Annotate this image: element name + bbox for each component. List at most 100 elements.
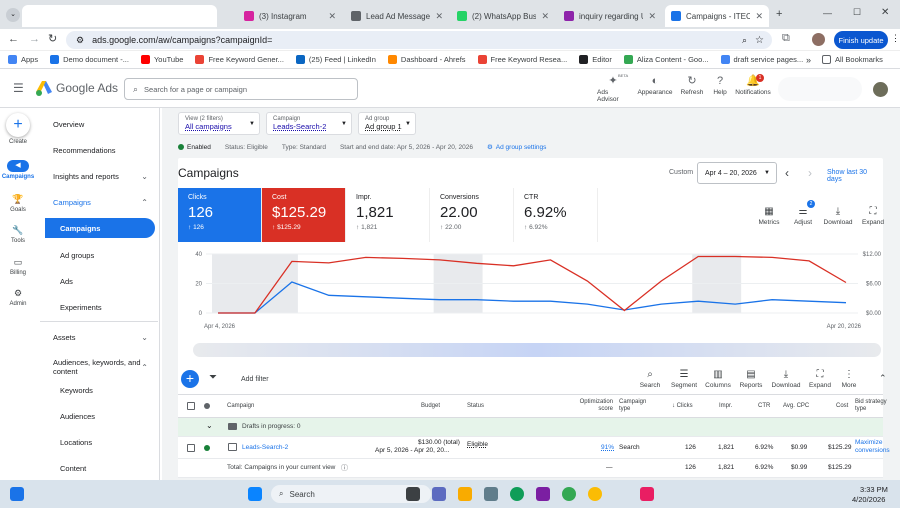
- nav-item-keywords[interactable]: Keywords: [40, 380, 158, 400]
- nav-item-overview[interactable]: Overview: [40, 114, 158, 134]
- close-tab-icon[interactable]: ✕: [328, 11, 336, 22]
- chart-metrics-button[interactable]: ▦ Metrics: [755, 206, 783, 226]
- bookmark-item[interactable]: Free Keyword Resea...: [477, 55, 567, 64]
- menu-kebab-icon[interactable]: ⋮: [891, 33, 900, 44]
- add-filter-label[interactable]: Add filter: [241, 376, 269, 383]
- collapse-drafts-icon[interactable]: ⌄: [206, 421, 213, 430]
- chevron-icon[interactable]: ⌄: [141, 172, 148, 181]
- col-clicks[interactable]: ↓ Clicks: [672, 403, 693, 409]
- profile-avatar[interactable]: [812, 33, 825, 46]
- bid-strategy-link[interactable]: Maximize conversions: [855, 439, 890, 455]
- chrome-profile-icon[interactable]: [588, 487, 602, 501]
- rail-admin[interactable]: ⚙ Admin: [0, 288, 36, 307]
- table-reports-button[interactable]: ▤ Reports: [735, 369, 767, 389]
- campaign-filter-dropdown[interactable]: Campaign Leads-Search-2 ▼: [266, 112, 352, 135]
- browser-tab[interactable]: Lead Ad Message D ✕: [345, 5, 449, 27]
- bookmark-item[interactable]: Apps: [8, 55, 38, 64]
- rail-goals[interactable]: 🏆 Goals: [0, 194, 36, 213]
- drafts-row[interactable]: ⌄ Drafts in progress: 0: [178, 418, 883, 437]
- bookmarks-overflow-icon[interactable]: »: [806, 55, 811, 65]
- minimize-button[interactable]: —: [823, 8, 832, 18]
- table-more-button[interactable]: ⋮ More: [833, 369, 865, 389]
- collapse-table-icon[interactable]: ⌃: [879, 373, 887, 384]
- chevron-icon[interactable]: ⌄: [141, 333, 148, 342]
- close-window-button[interactable]: ✕: [881, 7, 889, 18]
- kpi-ctr[interactable]: CTR 6.92% ↑ 6.92%: [514, 188, 598, 242]
- account-info[interactable]: [778, 77, 862, 101]
- back-icon[interactable]: ←: [8, 33, 19, 45]
- rail-billing[interactable]: ▭ Billing: [0, 257, 36, 276]
- tab-list-button[interactable]: ⌄: [6, 8, 20, 22]
- date-range-picker[interactable]: Apr 4 – 20, 2026 ▼: [697, 162, 777, 184]
- meet-icon[interactable]: [432, 487, 446, 501]
- col-avg-cpc[interactable]: Avg. CPC: [783, 403, 809, 409]
- col-budget[interactable]: Budget: [421, 403, 440, 409]
- close-tab-icon[interactable]: ✕: [648, 11, 656, 22]
- bookmark-item[interactable]: Editor: [579, 55, 612, 64]
- col-cost[interactable]: Cost: [836, 403, 848, 409]
- bookmark-item[interactable]: Dashboard - Ahrefs: [387, 55, 466, 64]
- table-columns-button[interactable]: ▥ Columns: [702, 369, 734, 389]
- chart-expand-button[interactable]: ⛶ Expand: [859, 206, 887, 226]
- account-avatar[interactable]: [873, 82, 888, 97]
- widgets-icon[interactable]: [10, 487, 24, 501]
- nav-item-campaigns[interactable]: Campaigns ⌃: [40, 192, 158, 212]
- chart-adjust-button[interactable]: ⚌ Adjust 2: [789, 200, 817, 226]
- maximize-button[interactable]: ☐: [853, 7, 861, 18]
- campaign-name-link[interactable]: Leads-Search-2: [242, 444, 288, 451]
- adgroup-settings-link[interactable]: ⚙ Ad group settings: [487, 143, 546, 152]
- rail-campaigns[interactable]: ◀ Campaigns: [0, 160, 36, 180]
- store-icon[interactable]: [484, 487, 498, 501]
- chrome-icon[interactable]: [562, 487, 576, 501]
- add-filter-button[interactable]: +: [181, 370, 199, 388]
- table-segment-button[interactable]: ☰ Segment: [668, 369, 700, 389]
- finish-update-button[interactable]: Finish update: [834, 31, 888, 49]
- nav-item-locations[interactable]: Locations: [40, 432, 158, 452]
- bookmark-star-icon[interactable]: ☆: [755, 35, 764, 46]
- browser-tab[interactable]: Campaigns - ITEC W ✕: [665, 5, 769, 27]
- nav-item-assets[interactable]: Assets ⌄: [40, 327, 158, 347]
- nav-item-campaigns[interactable]: Campaigns: [45, 218, 155, 238]
- browser-tab[interactable]: [22, 5, 217, 27]
- bookmark-item[interactable]: YouTube: [140, 55, 183, 64]
- bookmark-item[interactable]: Demo document -...: [50, 55, 129, 64]
- hamburger-menu-icon[interactable]: ☰: [13, 81, 24, 95]
- page-search-input[interactable]: ⌕ Search for a page or campaign: [124, 78, 358, 100]
- kpi-clicks[interactable]: Clicks 126 ↑ 126: [178, 188, 262, 242]
- bookmark-item[interactable]: draft service pages...: [720, 55, 803, 64]
- kpi-cost[interactable]: Cost $125.29 ↑ $125.29: [262, 188, 346, 242]
- start-icon[interactable]: [248, 487, 262, 501]
- kpi-impr[interactable]: Impr. 1,821 ↑ 1,821: [346, 188, 430, 242]
- browser-tab[interactable]: inquiry regarding UI ✕: [558, 5, 662, 27]
- chevron-icon[interactable]: ⌃: [141, 198, 148, 207]
- show-last-30-days-link[interactable]: Show last 30 days: [827, 169, 883, 183]
- header-help-button[interactable]: ? Help: [704, 74, 736, 96]
- table-row[interactable]: Leads-Search-2 $130.00 (total) Apr 5, 20…: [178, 437, 890, 459]
- browser-tab[interactable]: (2) WhatsApp Busin ✕: [451, 5, 555, 27]
- view-filter-dropdown[interactable]: View (2 filters) All campaigns ▼: [178, 112, 260, 135]
- kpi-conversions[interactable]: Conversions 22.00 ↑ 22.00: [430, 188, 514, 242]
- close-tab-icon[interactable]: ✕: [755, 11, 763, 22]
- col-bid-strategy-type[interactable]: Bid strategy type: [855, 399, 887, 413]
- header-ads-advisor-button[interactable]: ✦ Ads Advisor BETA: [597, 73, 629, 103]
- filter-icon[interactable]: ⏷: [209, 372, 217, 383]
- row-checkbox[interactable]: [187, 444, 195, 452]
- col-optimization-score[interactable]: Optimization score: [575, 399, 613, 413]
- nav-item-content[interactable]: Content: [40, 458, 158, 483]
- forward-icon[interactable]: →: [29, 33, 40, 45]
- optimization-score-value[interactable]: 91%: [601, 444, 614, 451]
- table-download-button[interactable]: ⤓ Download: [770, 369, 802, 389]
- rail-tools[interactable]: 🔧 Tools: [0, 225, 36, 244]
- teams-icon[interactable]: [536, 487, 550, 501]
- file-explorer-icon[interactable]: [458, 487, 472, 501]
- site-info-icon[interactable]: ⚙: [76, 35, 84, 46]
- col-impr[interactable]: Impr.: [719, 403, 732, 409]
- chevron-icon[interactable]: ⌃: [141, 363, 148, 372]
- nav-item-insights-and-reports[interactable]: Insights and reports ⌄: [40, 166, 158, 186]
- col-campaign-type[interactable]: Campaign type: [619, 399, 649, 413]
- nav-item-recommendations[interactable]: Recommendations: [40, 140, 158, 160]
- snipping-tool-icon[interactable]: [640, 487, 654, 501]
- info-icon[interactable]: ⓘ: [341, 463, 348, 473]
- table-search-button[interactable]: ⌕ Search: [634, 369, 666, 389]
- col-status[interactable]: Status: [467, 403, 484, 409]
